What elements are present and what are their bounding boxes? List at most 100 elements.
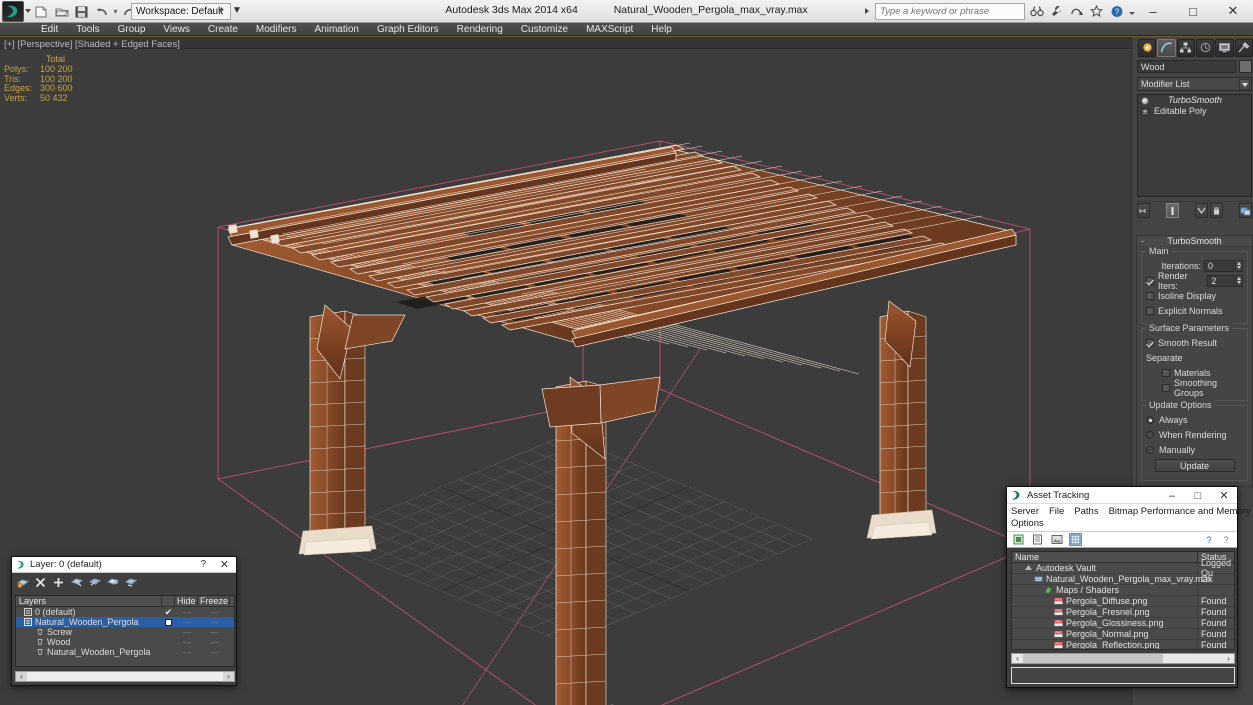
bitmap-view-icon[interactable] — [1050, 533, 1063, 546]
materials-checkbox[interactable] — [1162, 368, 1170, 377]
layer-hide-cell[interactable]: — — [175, 638, 198, 647]
help-icon[interactable]: ? — [1108, 2, 1125, 20]
collapse-icon[interactable]: - — [1141, 236, 1144, 247]
scroll-left-icon[interactable]: ‹ — [16, 672, 27, 681]
asset-tracking-minimize-button[interactable]: – — [1159, 487, 1185, 504]
layer-dialog-titlebar[interactable]: Layer: 0 (default) ? ✕ — [12, 557, 236, 573]
asset-row-reflection[interactable]: PNG Pergola_Reflection.png Found — [1012, 639, 1234, 649]
at-menu-file[interactable]: File — [1049, 506, 1064, 517]
iterations-spinner[interactable] — [1235, 259, 1243, 272]
open-file-icon[interactable] — [52, 3, 71, 21]
update-button[interactable]: Update — [1154, 459, 1235, 472]
smooth-result-checkbox[interactable] — [1146, 338, 1154, 347]
layer-dialog-close-button[interactable]: ✕ — [220, 558, 229, 571]
grid-view-icon[interactable] — [1069, 533, 1082, 546]
smoothing-groups-checkbox[interactable] — [1162, 383, 1170, 392]
remove-modifier-icon[interactable] — [1210, 203, 1223, 218]
layer-hide-cell[interactable]: — — [175, 648, 198, 657]
hierarchy-tab[interactable] — [1176, 38, 1195, 57]
search-caret-icon[interactable] — [865, 8, 869, 14]
always-radio[interactable] — [1146, 415, 1154, 424]
render-iters-checkbox[interactable] — [1146, 276, 1154, 285]
workspace-caret-icon[interactable] — [218, 9, 224, 13]
menu-item-views[interactable]: Views — [154, 23, 199, 36]
star-icon[interactable] — [1088, 2, 1105, 20]
scroll-thumb[interactable] — [27, 672, 223, 681]
logo-dropdown-caret-icon[interactable] — [25, 9, 31, 13]
modify-tab[interactable] — [1157, 38, 1176, 57]
asset-horizontal-scrollbar[interactable]: ‹ › — [1011, 653, 1235, 664]
configure-modifier-sets-icon[interactable] — [1239, 203, 1252, 218]
minimize-button[interactable]: – — [1133, 0, 1173, 22]
vault-icon[interactable] — [1012, 533, 1025, 546]
layer-freeze-cell[interactable]: — — [198, 608, 230, 617]
close-button[interactable]: ✕ — [1213, 0, 1253, 22]
save-file-icon[interactable] — [72, 3, 91, 21]
wrench-icon[interactable] — [1048, 2, 1065, 20]
render-iters-field[interactable]: 2 — [1207, 274, 1235, 287]
add-selection-to-layer-icon[interactable] — [52, 575, 65, 589]
modifier-list-dropdown[interactable]: Modifier List — [1137, 77, 1252, 91]
manually-radio[interactable] — [1146, 445, 1154, 454]
scroll-right-icon[interactable]: › — [1223, 654, 1234, 663]
layer-freeze-cell[interactable]: — — [198, 628, 230, 637]
workspace-selector[interactable]: Workspace: Default — [131, 3, 231, 20]
layer-list[interactable]: Layers Hide Freeze 0 (default) ✔ — — Nat… — [15, 595, 235, 667]
asset-row-maxfile[interactable]: Natural_Wooden_Pergola_max_vray.max Ok — [1012, 573, 1234, 585]
maximize-button[interactable]: □ — [1173, 0, 1213, 22]
undo-dropdown-caret-icon[interactable]: ▾ — [112, 7, 119, 16]
when-rendering-radio[interactable] — [1146, 430, 1154, 439]
expand-plus-icon[interactable]: + — [1141, 108, 1149, 116]
layer-hide-cell[interactable]: — — [175, 628, 198, 637]
scroll-left-icon[interactable]: ‹ — [1012, 654, 1023, 663]
layer-row-screw[interactable]: Screw — — — [16, 627, 234, 637]
modifier-list-caret-icon[interactable] — [1239, 79, 1250, 90]
show-end-result-icon[interactable] — [1166, 203, 1179, 218]
undo-icon[interactable] — [92, 3, 111, 21]
layer-horizontal-scrollbar[interactable]: ‹ › — [15, 671, 235, 682]
layer-row-pergola-object[interactable]: Natural_Wooden_Pergola — — — [16, 647, 234, 657]
search-box[interactable] — [865, 3, 1025, 20]
at-menu-paths[interactable]: Paths — [1074, 506, 1098, 517]
new-file-icon[interactable] — [32, 3, 51, 21]
menu-item-create[interactable]: Create — [199, 23, 247, 36]
delete-layer-icon[interactable] — [34, 575, 47, 589]
list-view-icon[interactable] — [1031, 533, 1044, 546]
menu-item-group[interactable]: Group — [109, 23, 155, 36]
asset-tracking-close-button[interactable]: ✕ — [1211, 487, 1237, 504]
stack-item-editable-poly[interactable]: + Editable Poly — [1138, 106, 1251, 117]
asset-tracking-maximize-button[interactable]: □ — [1185, 487, 1211, 504]
scroll-right-icon[interactable]: › — [223, 672, 234, 681]
layer-freeze-cell[interactable]: — — [198, 638, 230, 647]
modifier-stack[interactable]: TurboSmooth + Editable Poly — [1137, 94, 1252, 197]
layer-active-check[interactable]: ✔ — [162, 607, 175, 618]
iterations-field[interactable]: 0 — [1204, 259, 1234, 272]
layer-hide-cell[interactable]: — — [175, 608, 198, 617]
create-new-layer-icon[interactable] — [16, 575, 29, 589]
explicit-normals-checkbox[interactable] — [1146, 306, 1154, 315]
at-menu-options[interactable]: Options — [1011, 518, 1044, 529]
asset-row-normal[interactable]: PNG Pergola_Normal.png Found — [1012, 628, 1234, 640]
menu-item-maxscript[interactable]: MAXScript — [577, 23, 642, 36]
viewport-label[interactable]: [+] [Perspective] [Shaded + Edged Faces] — [4, 39, 180, 50]
binoculars-icon[interactable] — [1028, 2, 1045, 20]
isoline-display-checkbox[interactable] — [1146, 291, 1154, 300]
layer-active-checkbox[interactable] — [162, 618, 175, 626]
layer-dialog[interactable]: Layer: 0 (default) ? ✕ Layers Hide Freez… — [11, 556, 237, 686]
layer-row-pergola[interactable]: Natural_Wooden_Pergola — — — [16, 617, 234, 627]
layer-row-default[interactable]: 0 (default) ✔ — — — [16, 607, 234, 617]
layer-freeze-cell[interactable]: — — [198, 648, 230, 657]
menu-item-graph-editors[interactable]: Graph Editors — [368, 23, 448, 36]
select-objects-in-layer-icon[interactable] — [70, 575, 83, 589]
at-menu-bitmap-performance[interactable]: Bitmap Performance and Memory — [1109, 506, 1251, 517]
3dsmax-logo-icon[interactable] — [2, 1, 24, 22]
display-tab[interactable] — [1215, 38, 1234, 57]
lightbulb-icon[interactable] — [1141, 97, 1149, 105]
layer-dialog-help-button[interactable]: ? — [200, 559, 206, 570]
utilities-tab[interactable] — [1234, 38, 1253, 57]
menu-item-customize[interactable]: Customize — [512, 23, 577, 36]
subscription-icon[interactable] — [1068, 2, 1085, 20]
asset-list[interactable]: Name Status Autodesk Vault Logged Ou Nat… — [1011, 551, 1235, 650]
hide-layer-icon[interactable] — [106, 575, 119, 589]
create-tab[interactable] — [1138, 38, 1157, 57]
